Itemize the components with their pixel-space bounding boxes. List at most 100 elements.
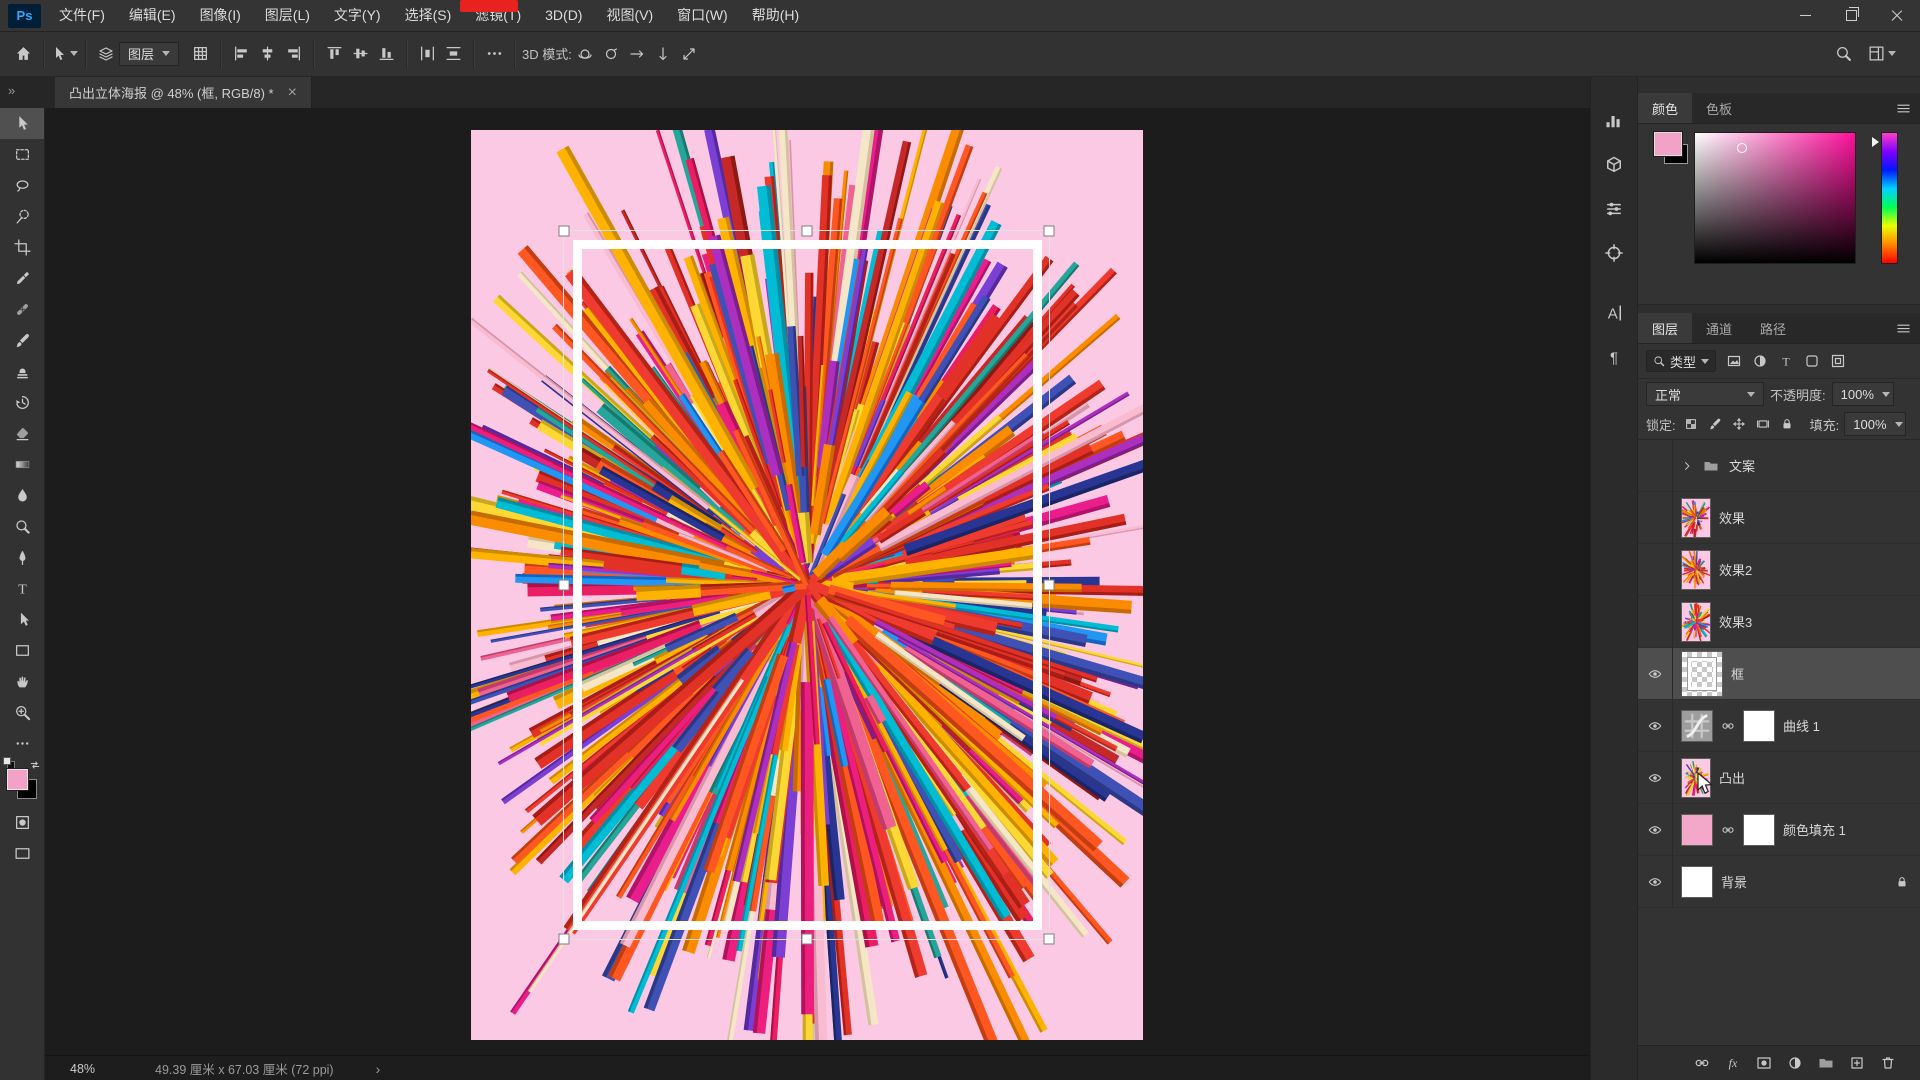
menu-item-8[interactable]: 3D(D) <box>533 7 594 23</box>
fill-select[interactable]: 100% <box>1844 412 1906 436</box>
layer-row-曲线 1[interactable]: 曲线 1 <box>1638 700 1920 752</box>
marquee-tool[interactable] <box>0 139 44 170</box>
tab-swatches[interactable]: 色板 <box>1692 93 1746 123</box>
layer-row-效果2[interactable]: 效果2 <box>1638 544 1920 596</box>
layer-visibility-eye-icon[interactable] <box>1638 648 1673 699</box>
opacity-select[interactable]: 100% <box>1832 382 1894 406</box>
3d-slide-button[interactable] <box>650 39 676 69</box>
transform-handle[interactable] <box>801 226 812 237</box>
layer-row-效果3[interactable]: 效果3 <box>1638 596 1920 648</box>
adjustments-panel-button[interactable] <box>1591 187 1638 231</box>
fill-layer-thumbnail[interactable] <box>1681 814 1713 846</box>
collapse-tools-chevrons-icon[interactable]: » <box>8 83 15 98</box>
foreground-color-swatch[interactable] <box>1654 132 1682 156</box>
3d-roll-button[interactable] <box>598 39 624 69</box>
transform-handle[interactable] <box>559 934 570 945</box>
tab-paths[interactable]: 路径 <box>1746 313 1800 343</box>
layer-row-文案[interactable]: 文案 <box>1638 440 1920 492</box>
transform-handle[interactable] <box>1044 934 1055 945</box>
new-group-button[interactable] <box>1816 1053 1836 1073</box>
eyedropper-tool[interactable] <box>0 263 44 294</box>
panel-menu-icon[interactable] <box>1896 313 1920 343</box>
layer-style-fx-button[interactable]: fx <box>1723 1053 1743 1073</box>
layer-name[interactable]: 效果2 <box>1719 560 1752 579</box>
layer-visibility-toggle-empty[interactable] <box>1638 596 1673 647</box>
histogram-panel-button[interactable] <box>1591 99 1638 143</box>
rectangle-tool[interactable] <box>0 635 44 666</box>
layer-mask-thumbnail[interactable] <box>1743 814 1775 846</box>
lock-position-button[interactable] <box>1729 414 1749 434</box>
layer-mask-link-icon[interactable] <box>1721 719 1735 733</box>
layer-name[interactable]: 效果 <box>1719 508 1745 527</box>
distribute-h-button[interactable] <box>414 39 440 69</box>
lock-image-pixels-button[interactable] <box>1705 414 1725 434</box>
transform-handle[interactable] <box>559 226 570 237</box>
layer-visibility-toggle-empty[interactable] <box>1638 544 1673 595</box>
blur-tool[interactable] <box>0 480 44 511</box>
layer-thumbnail[interactable] <box>1681 758 1711 798</box>
background-layer-thumbnail[interactable] <box>1681 866 1713 898</box>
object-select-tool[interactable] <box>0 201 44 232</box>
lock-all-button[interactable] <box>1777 414 1797 434</box>
character-panel-button[interactable]: A <box>1591 291 1638 335</box>
workspace-switcher[interactable] <box>1868 39 1896 69</box>
layer-visibility-eye-icon[interactable] <box>1638 700 1673 751</box>
group-expand-caret-icon[interactable] <box>1681 460 1693 472</box>
layer-filter-select[interactable]: 类型 <box>1646 350 1716 372</box>
current-tool-preset[interactable] <box>51 39 78 69</box>
zoom-level-field[interactable]: 48% <box>70 1062 95 1076</box>
3d-scale-button[interactable] <box>676 39 702 69</box>
align-center-h-button[interactable] <box>254 39 280 69</box>
layer-visibility-eye-icon[interactable] <box>1638 804 1673 855</box>
canvas-document[interactable] <box>471 130 1143 1040</box>
minimize-button[interactable] <box>1782 0 1828 31</box>
align-top-button[interactable] <box>321 39 347 69</box>
hand-tool[interactable] <box>0 666 44 697</box>
menu-item-11[interactable]: 帮助(H) <box>740 7 811 23</box>
crop-tool[interactable] <box>0 232 44 263</box>
status-chevron-icon[interactable]: › <box>376 1061 381 1077</box>
filter-type-layers-button[interactable]: T <box>1774 349 1798 373</box>
new-adjustment-layer-button[interactable] <box>1785 1053 1805 1073</box>
layer-name[interactable]: 曲线 1 <box>1783 716 1820 735</box>
layer-name[interactable]: 文案 <box>1729 456 1755 475</box>
saturation-brightness-square[interactable] <box>1694 132 1856 264</box>
tab-close-icon[interactable]: × <box>288 85 297 101</box>
layer-thumbnail[interactable] <box>1681 550 1711 590</box>
zoom-tool[interactable] <box>0 697 44 728</box>
filter-adjustment-layers-button[interactable] <box>1748 349 1772 373</box>
paragraph-panel-button[interactable]: ¶ <box>1591 335 1638 379</box>
canvas-area[interactable] <box>44 108 1590 1055</box>
edit-toolbar-button[interactable] <box>0 728 44 759</box>
align-left-button[interactable] <box>228 39 254 69</box>
menu-item-9[interactable]: 视图(V) <box>594 7 665 23</box>
history-brush-tool[interactable] <box>0 387 44 418</box>
gradient-tool[interactable] <box>0 449 44 480</box>
dodge-tool[interactable] <box>0 511 44 542</box>
3d-panel-button[interactable] <box>1591 143 1638 187</box>
transform-handle[interactable] <box>801 934 812 945</box>
panel-menu-icon[interactable] <box>1896 93 1920 123</box>
tab-color[interactable]: 颜色 <box>1638 93 1692 123</box>
pen-tool[interactable] <box>0 542 44 573</box>
filter-shape-layers-button[interactable] <box>1800 349 1824 373</box>
menu-item-10[interactable]: 窗口(W) <box>665 7 740 23</box>
show-transform-controls-toggle[interactable] <box>187 39 213 69</box>
home-button[interactable] <box>10 39 36 69</box>
lock-artboard-button[interactable] <box>1753 414 1773 434</box>
tab-layers[interactable]: 图层 <box>1638 313 1692 343</box>
add-layer-mask-button[interactable] <box>1754 1053 1774 1073</box>
spot-heal-tool[interactable] <box>0 294 44 325</box>
layer-row-颜色填充 1[interactable]: 颜色填充 1 <box>1638 804 1920 856</box>
more-align-options-button[interactable] <box>481 39 507 69</box>
menu-item-5[interactable]: 文字(Y) <box>322 7 393 23</box>
menu-item-1[interactable]: 文件(F) <box>47 7 117 23</box>
layer-name[interactable]: 框 <box>1731 664 1744 683</box>
search-button[interactable] <box>1830 39 1856 69</box>
default-colors-icon[interactable] <box>3 757 15 769</box>
align-middle-v-button[interactable] <box>347 39 373 69</box>
frame-layer-thumbnail[interactable] <box>1681 651 1723 697</box>
transform-handle[interactable] <box>1044 580 1055 591</box>
align-bottom-button[interactable] <box>373 39 399 69</box>
3d-rotate-button[interactable] <box>572 39 598 69</box>
